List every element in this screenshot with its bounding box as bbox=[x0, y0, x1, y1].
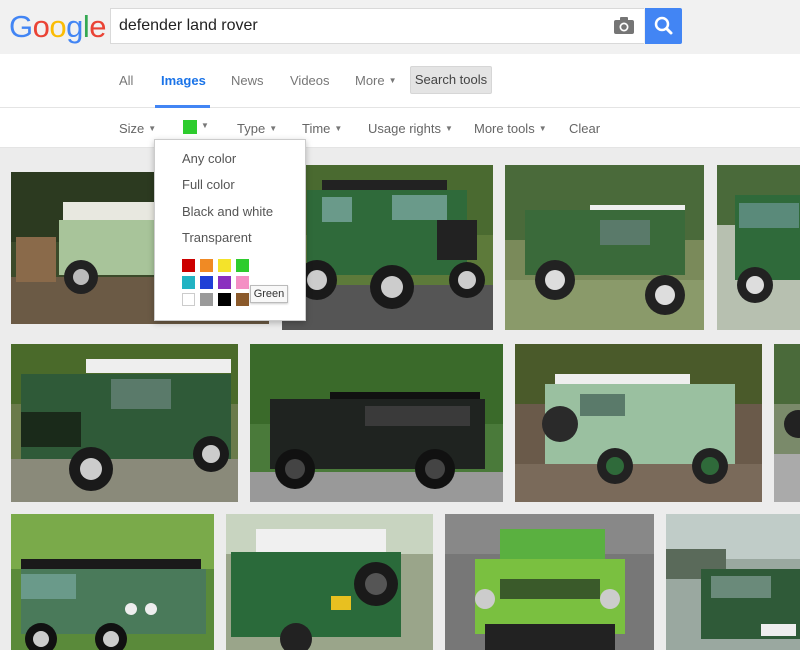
color-swatch[interactable] bbox=[200, 293, 213, 306]
image-result[interactable] bbox=[505, 165, 704, 330]
image-result[interactable] bbox=[717, 165, 800, 330]
chevron-down-icon: ▼ bbox=[538, 124, 547, 133]
color-swatch[interactable] bbox=[182, 293, 195, 306]
google-logo[interactable]: Google bbox=[9, 9, 107, 45]
color-swatch[interactable] bbox=[218, 293, 231, 306]
clear-button[interactable]: Clear bbox=[569, 121, 600, 136]
logo-letter: g bbox=[66, 9, 83, 44]
time-label: Time bbox=[302, 121, 331, 136]
tab-more-label: More bbox=[355, 73, 385, 88]
search-box bbox=[110, 8, 644, 44]
logo-letter: o bbox=[49, 9, 67, 44]
tab-videos[interactable]: Videos bbox=[290, 73, 330, 88]
chevron-down-icon: ▼ bbox=[334, 124, 343, 133]
tab-all[interactable]: All bbox=[119, 73, 133, 88]
color-option-transparent[interactable]: Transparent bbox=[182, 230, 252, 245]
color-swatch[interactable] bbox=[236, 293, 249, 306]
chevron-down-icon: ▼ bbox=[148, 124, 157, 133]
size-label: Size bbox=[119, 121, 145, 136]
search-input[interactable] bbox=[119, 9, 599, 43]
image-result[interactable] bbox=[774, 344, 800, 502]
image-result[interactable] bbox=[445, 514, 654, 650]
camera-icon[interactable] bbox=[613, 16, 635, 36]
logo-letter: o bbox=[32, 9, 50, 44]
search-icon bbox=[645, 16, 682, 48]
image-result[interactable] bbox=[226, 514, 433, 650]
image-result[interactable] bbox=[11, 344, 238, 502]
tab-images[interactable]: Images bbox=[161, 73, 206, 88]
usage-rights-dropdown[interactable]: Usage rights ▼ bbox=[368, 121, 453, 136]
chevron-down-icon: ▼ bbox=[444, 124, 453, 133]
color-option-black-and-white[interactable]: Black and white bbox=[182, 204, 273, 219]
color-option-full[interactable]: Full color bbox=[182, 177, 235, 192]
color-swatch[interactable] bbox=[182, 276, 195, 289]
chevron-down-icon: ▼ bbox=[388, 76, 397, 85]
color-option-any[interactable]: Any color bbox=[182, 151, 236, 166]
logo-letter: G bbox=[9, 9, 33, 44]
color-dropdown[interactable] bbox=[183, 120, 197, 134]
type-label: Type bbox=[237, 121, 266, 136]
search-tabs: All Images News Videos More ▼ Search tool… bbox=[0, 54, 800, 108]
image-result[interactable] bbox=[515, 344, 762, 502]
type-dropdown[interactable]: Type ▼ bbox=[237, 121, 277, 136]
tab-news[interactable]: News bbox=[231, 73, 264, 88]
color-swatch[interactable] bbox=[218, 276, 231, 289]
chevron-down-icon: ▼ bbox=[269, 124, 278, 133]
color-swatch[interactable] bbox=[236, 276, 249, 289]
color-swatch[interactable] bbox=[200, 276, 213, 289]
size-dropdown[interactable]: Size ▼ bbox=[119, 121, 156, 136]
search-button[interactable] bbox=[645, 8, 682, 44]
image-result[interactable] bbox=[666, 514, 800, 650]
image-result[interactable] bbox=[11, 514, 214, 650]
time-dropdown[interactable]: Time ▼ bbox=[302, 121, 342, 136]
search-tools-button[interactable]: Search tools bbox=[410, 66, 492, 94]
logo-letter: e bbox=[89, 9, 107, 44]
header-bar: Google bbox=[0, 0, 800, 54]
usage-rights-label: Usage rights bbox=[368, 121, 441, 136]
color-swatch[interactable] bbox=[218, 259, 231, 272]
image-result[interactable] bbox=[282, 165, 493, 330]
color-swatch[interactable] bbox=[200, 259, 213, 272]
color-swatch[interactable] bbox=[182, 259, 195, 272]
chevron-down-icon[interactable]: ▼ bbox=[201, 121, 209, 130]
image-results bbox=[0, 148, 800, 650]
color-swatch[interactable] bbox=[236, 259, 249, 272]
more-tools-label: More tools bbox=[474, 121, 535, 136]
more-tools-dropdown[interactable]: More tools ▼ bbox=[474, 121, 547, 136]
tools-bar: Size ▼ ▼ Type ▼ Time ▼ Usage rights ▼ More t… bbox=[0, 108, 800, 148]
color-tooltip: Green bbox=[250, 285, 288, 303]
image-result[interactable] bbox=[250, 344, 503, 502]
tab-more[interactable]: More ▼ bbox=[355, 73, 397, 88]
